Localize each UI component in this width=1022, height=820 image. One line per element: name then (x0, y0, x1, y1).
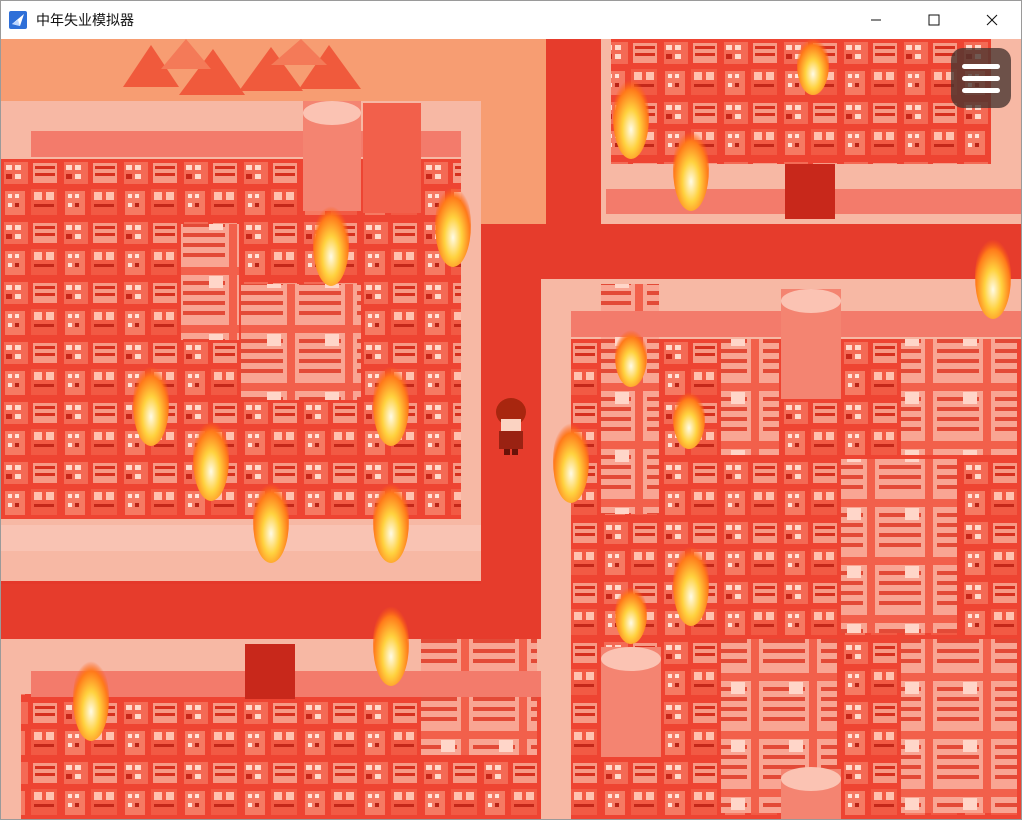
close-button[interactable] (963, 1, 1021, 39)
maximize-button[interactable] (905, 1, 963, 39)
minimize-button[interactable] (847, 1, 905, 39)
minimize-icon (871, 19, 881, 21)
close-icon (986, 14, 998, 26)
app-window: 中年失业模拟器 (0, 0, 1022, 820)
app-icon (9, 11, 27, 29)
window-title: 中年失业模拟器 (36, 13, 134, 29)
maximize-icon (928, 14, 940, 26)
menu-bar (962, 87, 1000, 93)
title-bar[interactable]: 中年失业模拟器 (1, 1, 1021, 40)
city-map[interactable] (1, 39, 1021, 819)
window-controls (847, 1, 1021, 39)
game-viewport[interactable] (1, 39, 1021, 819)
hamburger-menu-icon[interactable] (951, 48, 1011, 108)
menu-bar (962, 63, 1000, 69)
menu-bar (962, 75, 1000, 81)
